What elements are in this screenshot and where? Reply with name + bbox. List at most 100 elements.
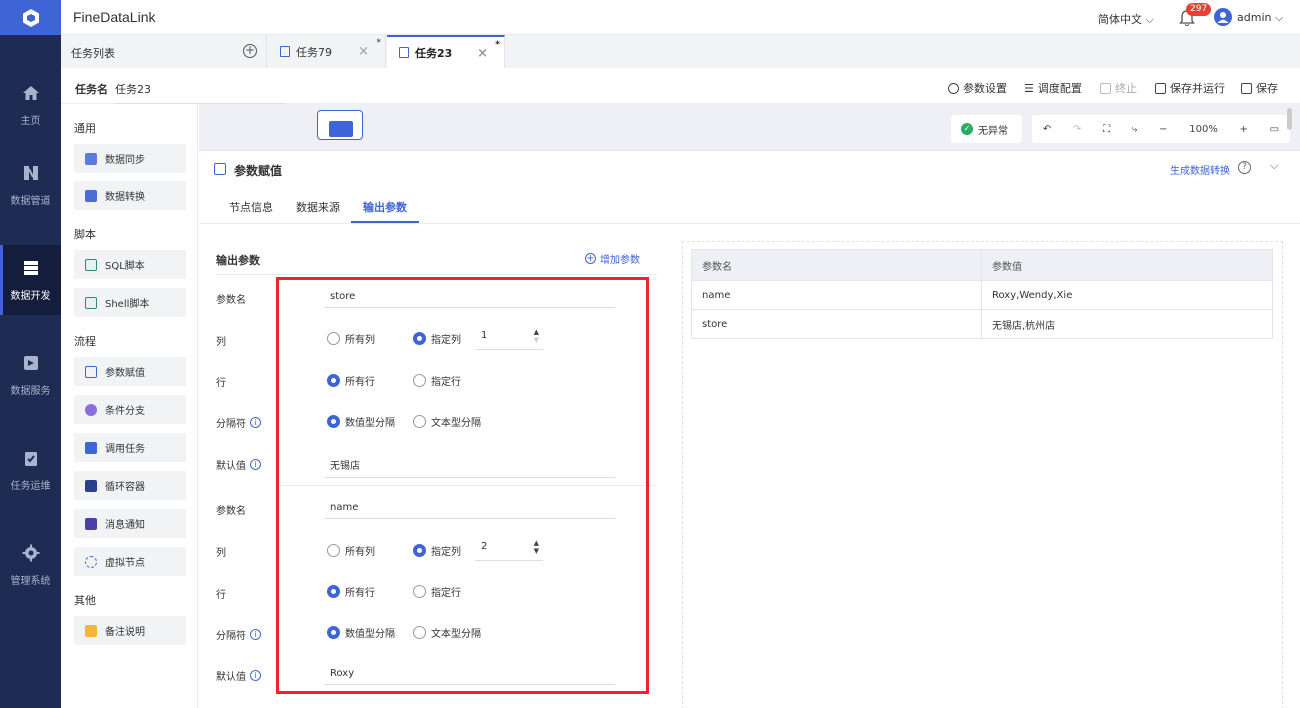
user-menu[interactable]: admin ⌵ — [1237, 11, 1283, 25]
undo-icon[interactable]: ↶ — [1043, 124, 1051, 135]
param-assign-node[interactable] — [317, 110, 363, 140]
app-logo[interactable] — [0, 0, 61, 35]
comp-label: 虚拟节点 — [105, 558, 145, 569]
schedule-button[interactable]: ☰ 调度配置 — [1024, 80, 1082, 96]
notification-badge: 297 — [1186, 3, 1212, 16]
comp-sql[interactable]: SQL脚本 — [74, 250, 186, 279]
generate-transform-link[interactable]: 生成数据转换 — [1170, 162, 1230, 177]
info-icon[interactable]: i — [250, 670, 261, 681]
modified-mark: * — [495, 40, 500, 50]
comp-notify[interactable]: 消息通知 — [74, 509, 186, 538]
plus-icon: + — [585, 253, 596, 264]
close-icon[interactable]: × — [358, 44, 369, 59]
nav-pipeline[interactable]: 数据管道 — [0, 150, 61, 220]
save-run-label: 保存并运行 — [1170, 82, 1225, 95]
layout-icon[interactable]: ⤷ — [1132, 124, 1138, 135]
group-other: 其他 — [74, 594, 96, 607]
stop-label: 终止 — [1115, 82, 1137, 95]
add-param-button[interactable]: + 增加参数 — [585, 251, 640, 266]
nav-dev[interactable]: 数据开发 — [0, 245, 61, 315]
subtab-output-params[interactable]: 输出参数 — [363, 199, 407, 215]
subtab-data-source[interactable]: 数据来源 — [296, 199, 340, 215]
nav-ops[interactable]: 任务运维 — [0, 435, 61, 505]
zoom-out-icon[interactable]: − — [1159, 124, 1167, 135]
task-name-label: 任务名 — [75, 83, 108, 96]
task-list-header: 任务列表 + — [61, 35, 267, 68]
comp-label: SQL脚本 — [105, 261, 145, 272]
pipeline-icon — [23, 165, 38, 180]
help-icon[interactable]: ? — [1238, 161, 1251, 174]
tab-bar: 任务列表 + 任务79 × * 任务23 × * — [61, 35, 1300, 68]
nav-admin[interactable]: 管理系统 — [0, 530, 61, 600]
zoom-in-icon[interactable]: + — [1240, 124, 1248, 135]
nav-ops-label: 任务运维 — [10, 480, 51, 492]
comp-label: 备注说明 — [105, 627, 145, 638]
info-icon[interactable]: i — [250, 459, 261, 470]
subtab-active-indicator — [351, 221, 419, 223]
redo-icon[interactable]: ↷ — [1073, 124, 1081, 135]
save-icon — [1241, 82, 1252, 94]
node-icon — [329, 121, 353, 137]
save-run-icon — [1155, 82, 1166, 94]
comp-label: 循环容器 — [105, 482, 145, 493]
tab-task79[interactable]: 任务79 × * — [268, 35, 386, 68]
ops-icon — [24, 451, 37, 466]
table-cell: name — [691, 280, 982, 310]
comp-label: 参数赋值 — [105, 368, 145, 379]
info-icon[interactable]: i — [250, 629, 261, 640]
sep-label: 分隔符 i — [216, 627, 261, 642]
chevron-down-icon: ⌵ — [1145, 13, 1154, 26]
comp-param-assign[interactable]: 参数赋值 — [74, 357, 186, 386]
minimap-icon[interactable]: ▭ — [1270, 124, 1279, 135]
params-label: 参数设置 — [963, 82, 1007, 95]
param-assign-icon — [214, 163, 226, 175]
default-label: 默认值 i — [216, 457, 261, 472]
comp-note[interactable]: 备注说明 — [74, 616, 186, 645]
fit-view-icon[interactable]: ⛶ — [1103, 124, 1110, 135]
row-label: 行 — [216, 590, 226, 601]
info-icon[interactable]: i — [250, 417, 261, 428]
chevron-down-icon[interactable]: ⌵ — [1270, 159, 1278, 173]
task-name-input[interactable]: 任务23 — [115, 81, 285, 104]
scrollbar[interactable] — [1287, 108, 1292, 130]
comp-virtual[interactable]: 虚拟节点 — [74, 547, 186, 576]
params-button[interactable]: 参数设置 — [948, 80, 1007, 96]
detail-title: 参数赋值 — [234, 164, 283, 178]
table-cell: store — [691, 309, 982, 339]
task-name-row: 任务名 任务23 参数设置 ☰ 调度配置 终止 保存并运行 保存 — [61, 68, 1300, 104]
comp-condition[interactable]: 条件分支 — [74, 395, 186, 424]
add-task-icon[interactable]: + — [243, 44, 257, 58]
comp-call-task[interactable]: 调用任务 — [74, 433, 186, 462]
task-file-icon — [399, 47, 409, 58]
save-button[interactable]: 保存 — [1241, 80, 1278, 96]
stop-icon — [1100, 82, 1111, 94]
comp-label: 消息通知 — [105, 520, 145, 531]
notify-icon — [85, 517, 97, 530]
stop-button[interactable]: 终止 — [1100, 80, 1137, 96]
nav-home[interactable]: 主页 — [0, 70, 61, 140]
tab-task23[interactable]: 任务23 × * — [387, 35, 505, 68]
language-selector[interactable]: 简体中文 ⌵ — [1098, 11, 1154, 27]
detail-panel: 参数赋值 生成数据转换 ? ⌵ 节点信息 数据来源 输出参数 输出参数 + 增加参… — [199, 150, 1300, 708]
comp-data-transform[interactable]: 数据转换 — [74, 181, 186, 210]
nav-service[interactable]: 数据服务 — [0, 340, 61, 410]
group-script: 脚本 — [74, 228, 96, 241]
comp-loop[interactable]: 循环容器 — [74, 471, 186, 500]
avatar[interactable] — [1214, 8, 1232, 26]
shell-icon — [85, 296, 97, 309]
virtual-node-icon — [85, 555, 97, 568]
param-name-label: 参数名 — [216, 295, 246, 306]
nav-service-label: 数据服务 — [10, 385, 51, 397]
sep-label: 分隔符 i — [216, 415, 261, 430]
chevron-down-icon: ⌵ — [1274, 11, 1284, 24]
close-icon[interactable]: × — [477, 46, 488, 61]
save-run-button[interactable]: 保存并运行 — [1155, 80, 1225, 96]
note-icon — [85, 624, 97, 637]
schedule-icon: ☰ — [1024, 81, 1034, 95]
comp-shell[interactable]: Shell脚本 — [74, 288, 186, 317]
table-row: store 无锡店,杭州店 — [691, 309, 1273, 339]
subtab-node-info[interactable]: 节点信息 — [229, 199, 273, 215]
canvas[interactable]: ✓ 无异常 ↶ ↷ ⛶ ⤷ − 100% + ▭ — [199, 104, 1300, 150]
comp-data-sync[interactable]: 数据同步 — [74, 144, 186, 173]
table-header-cell: 参数名 — [691, 249, 982, 281]
